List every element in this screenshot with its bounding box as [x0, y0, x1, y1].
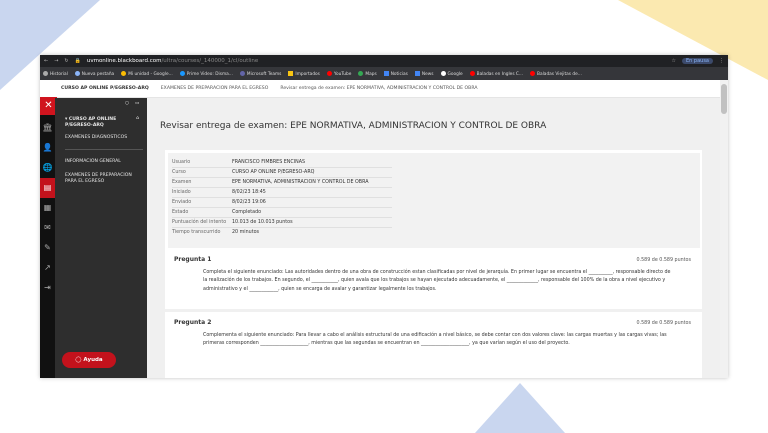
bookmark[interactable]: Microsoft Teams [239, 70, 281, 77]
question-points: 0.589 de 0.589 puntos [636, 321, 691, 326]
question-2: Pregunta 2 0.589 de 0.589 puntos Complem… [165, 315, 702, 378]
browser-window: ← → ↻ 🔒 uvmonline.blackboard.com/ultra/cou… [40, 55, 728, 378]
back-icon[interactable]: ← [44, 58, 48, 64]
folder-icon[interactable]: ▭ [135, 101, 139, 106]
breadcrumb-current: Revisar entrega de examen: EPE NORMATIVA… [280, 86, 478, 91]
calendar-icon[interactable]: ▦ [40, 198, 55, 218]
bookmark[interactable]: Noticias [383, 70, 408, 77]
bookmark[interactable]: Maps [358, 70, 377, 77]
sidebar-course-title[interactable]: ▾ CURSO AP ONLINE P/EGRESO-ARQ [65, 117, 143, 129]
grades-icon[interactable]: ✎ [40, 238, 55, 258]
question-title: Pregunta 1 [174, 256, 212, 263]
question-text: Completa el siguiente enunciado: Las aut… [203, 270, 671, 292]
bookmark[interactable]: Nueva pestaña [74, 70, 114, 77]
bookmarks-bar: Historial Nueva pestaña Mi unidad - Goog… [40, 67, 728, 80]
mail-icon[interactable]: ✉ [40, 218, 55, 238]
bookmark[interactable]: Importados [288, 70, 320, 77]
logout-icon[interactable]: ⇥ [40, 278, 55, 298]
bookmark[interactable]: Baladas Viejitas de... [530, 70, 582, 77]
globe-icon[interactable]: 🌐 [40, 158, 55, 178]
profile-button[interactable]: En pausa [682, 58, 713, 64]
home-icon[interactable]: ⌂ [136, 116, 139, 121]
scrollbar[interactable] [720, 80, 728, 378]
user-icon[interactable]: 👤 [40, 138, 55, 158]
breadcrumb-course[interactable]: CURSO AP ONLINE P/EGRESO-ARQ [61, 86, 149, 91]
question-text: Complementa el siguiente enunciado: Para… [203, 333, 667, 347]
lock-icon: 🔒 [74, 58, 81, 64]
main-content: Revisar entrega de examen: EPE NORMATIVA… [147, 98, 720, 378]
tools-icon[interactable]: ↗ [40, 258, 55, 278]
divider [65, 149, 143, 150]
bookmark[interactable]: Prime Video: Disma... [179, 70, 233, 77]
decor-triangle-blue-bottom [475, 383, 565, 433]
institution-icon[interactable]: 🏛 [40, 118, 55, 138]
reload-icon[interactable]: ↻ [64, 58, 68, 64]
courses-icon[interactable]: ▤ [40, 178, 55, 198]
bookmark[interactable]: Google [440, 70, 463, 77]
forward-icon[interactable]: → [54, 58, 58, 64]
course-panel: ○ ▭ ▾ CURSO AP ONLINE P/EGRESO-ARQ ⌂ EXA… [55, 98, 147, 378]
url-path: /ultra/courses/_140000_1/cl/outline [161, 58, 259, 64]
sidebar-item-preparacion[interactable]: EXAMENES DE PREPARACION PARA EL EGRESO [65, 173, 143, 185]
menu-icon[interactable]: ⋮ [719, 58, 724, 64]
question-title: Pregunta 2 [174, 319, 212, 326]
chat-icon: ◯ [75, 357, 82, 363]
icon-rail: 🏛 👤 🌐 ▤ ▦ ✉ ✎ ↗ ⇥ [40, 98, 55, 378]
bookmark[interactable]: News [414, 70, 434, 77]
star-icon[interactable]: ☆ [672, 58, 676, 64]
bookmark[interactable]: Historial [43, 70, 68, 77]
help-button[interactable]: ◯ Ayuda [62, 352, 116, 368]
question-1: Pregunta 1 0.589 de 0.589 puntos Complet… [165, 252, 702, 312]
url-host: uvmonline.blackboard.com [86, 58, 162, 64]
sidebar-item-informacion[interactable]: INFORMACION GENERAL [65, 159, 143, 165]
submission-card: Usuario FRANCISCO FIMBRES ENCINAS Curso CU… [165, 150, 702, 378]
question-points: 0.589 de 0.589 puntos [636, 258, 691, 263]
breadcrumb-folder[interactable]: EXAMENES DE PREPARACION PARA EL EGRESO [161, 86, 269, 91]
search-icon[interactable]: ○ [125, 101, 129, 106]
bookmark[interactable]: YouTube [326, 70, 351, 77]
page-title: Revisar entrega de examen: EPE NORMATIVA… [160, 121, 547, 131]
address-bar[interactable]: ← → ↻ 🔒 uvmonline.blackboard.com/ultra/cou… [40, 55, 728, 67]
attempt-info: Usuario FRANCISCO FIMBRES ENCINAS Curso CU… [168, 153, 700, 248]
breadcrumb: CURSO AP ONLINE P/EGRESO-ARQ EXAMENES DE… [40, 80, 720, 98]
sidebar-item-diagnosticos[interactable]: EXAMENES DIAGNOSTICOS [65, 135, 143, 141]
bookmark[interactable]: Mi unidad - Google... [121, 70, 173, 77]
bookmark[interactable]: Baladas en Ingles C... [469, 70, 523, 77]
